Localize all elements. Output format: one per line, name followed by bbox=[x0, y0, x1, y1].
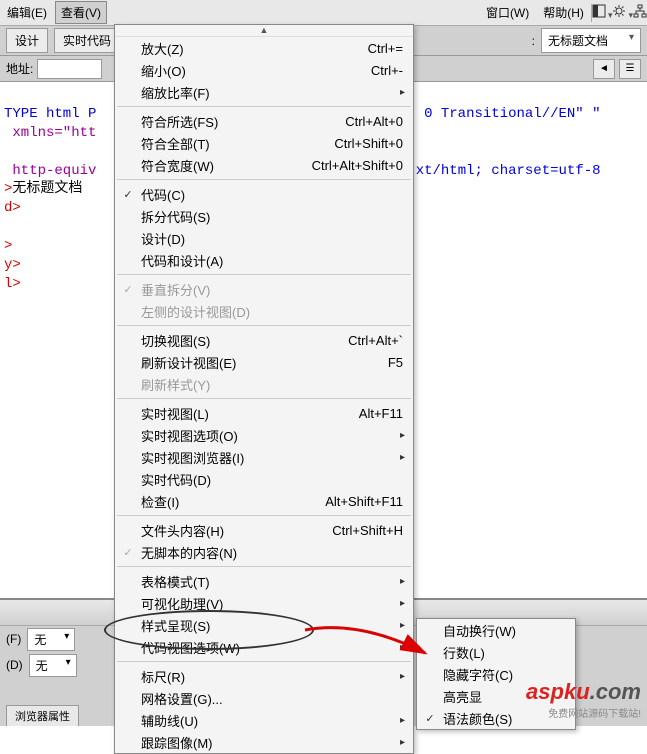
title-label: : bbox=[532, 34, 535, 48]
menu-split-code[interactable]: 拆分代码(S) bbox=[115, 205, 413, 227]
menu-refresh-styles: 刷新样式(Y) bbox=[115, 373, 413, 395]
menu-separator bbox=[117, 566, 411, 567]
menu-refresh-design[interactable]: 刷新设计视图(E)F5 bbox=[115, 351, 413, 373]
code-text: http-equiv bbox=[4, 163, 96, 179]
format-field[interactable]: 无 bbox=[27, 628, 75, 651]
layout-switch-icon[interactable] bbox=[592, 4, 613, 21]
code-text: > bbox=[4, 238, 12, 254]
nav-back-icon[interactable]: ◄ bbox=[593, 59, 615, 79]
tab-browser-properties[interactable]: 浏览器属性 bbox=[6, 705, 79, 726]
menu-design[interactable]: 设计(D) bbox=[115, 227, 413, 249]
address-input[interactable] bbox=[37, 59, 102, 79]
menu-live-view[interactable]: 实时视图(L)Alt+F11 bbox=[115, 402, 413, 424]
menu-window[interactable]: 窗口(W) bbox=[480, 1, 535, 24]
menu-fit-width[interactable]: 符合宽度(W)Ctrl+Alt+Shift+0 bbox=[115, 154, 413, 176]
code-text: xt/html; charset=utf-8 bbox=[416, 163, 601, 179]
document-title-field[interactable]: 无标题文档 bbox=[541, 28, 641, 53]
menu-separator bbox=[117, 325, 411, 326]
check-icon: ✓ bbox=[417, 712, 443, 725]
format-label: (F) bbox=[6, 632, 21, 646]
menu-code-view-options[interactable]: 代码视图选项(W)▸ bbox=[115, 636, 413, 658]
menu-help[interactable]: 帮助(H) bbox=[537, 1, 590, 24]
code-text: 无标题文档 bbox=[12, 181, 82, 197]
menu-separator bbox=[117, 106, 411, 107]
code-text: TYPE html P bbox=[4, 106, 96, 122]
menu-switch-view[interactable]: 切换视图(S)Ctrl+Alt+` bbox=[115, 329, 413, 351]
menu-fit-all[interactable]: 符合全部(T)Ctrl+Shift+0 bbox=[115, 132, 413, 154]
menu-zoom-in[interactable]: 放大(Z)Ctrl+= bbox=[115, 37, 413, 59]
id-field[interactable]: 无 bbox=[29, 654, 77, 677]
menu-separator bbox=[117, 515, 411, 516]
realtime-code-button[interactable]: 实时代码 bbox=[54, 28, 120, 53]
id-label: (D) bbox=[6, 658, 23, 672]
menu-separator bbox=[117, 179, 411, 180]
menu-visual-aid[interactable]: 可视化助理(V)▸ bbox=[115, 592, 413, 614]
menu-grid-settings[interactable]: 网格设置(G)... bbox=[115, 687, 413, 709]
menu-vsplit: ✓垂直拆分(V) bbox=[115, 278, 413, 300]
menu-code[interactable]: ✓代码(C) bbox=[115, 183, 413, 205]
submenu-word-wrap[interactable]: 自动换行(W) bbox=[417, 619, 575, 641]
check-icon: ✓ bbox=[115, 283, 141, 296]
menubar: 编辑(E) 查看(V) 窗口(W) 帮助(H) bbox=[0, 0, 647, 26]
menu-left-design: 左侧的设计视图(D) bbox=[115, 300, 413, 322]
design-button[interactable]: 设计 bbox=[6, 28, 48, 53]
code-text: y> bbox=[4, 257, 21, 273]
code-text: 0 Transitional//EN" " bbox=[424, 106, 600, 122]
menu-view[interactable]: 查看(V) bbox=[55, 1, 107, 24]
menu-noscript[interactable]: ✓无脚本的内容(N) bbox=[115, 541, 413, 563]
submenu-highlight[interactable]: 高亮显 bbox=[417, 685, 575, 707]
menu-zoom-ratio[interactable]: 缩放比率(F)▸ bbox=[115, 81, 413, 103]
menu-file-header[interactable]: 文件头内容(H)Ctrl+Shift+H bbox=[115, 519, 413, 541]
gear-icon[interactable] bbox=[612, 4, 633, 21]
menu-separator bbox=[117, 661, 411, 662]
submenu-hidden-chars[interactable]: 隐藏字符(C) bbox=[417, 663, 575, 685]
menu-separator bbox=[117, 274, 411, 275]
menu-trace-image[interactable]: 跟踪图像(M)▸ bbox=[115, 731, 413, 753]
code-text: xmlns="htt bbox=[4, 125, 96, 141]
menu-table-mode[interactable]: 表格模式(T)▸ bbox=[115, 570, 413, 592]
menu-inspect[interactable]: 检查(I)Alt+Shift+F11 bbox=[115, 490, 413, 512]
menu-zoom-out[interactable]: 缩小(O)Ctrl+- bbox=[115, 59, 413, 81]
menu-separator bbox=[117, 398, 411, 399]
check-icon: ✓ bbox=[115, 546, 141, 559]
code-text: l> bbox=[4, 276, 21, 292]
menu-live-view-options[interactable]: 实时视图选项(O)▸ bbox=[115, 424, 413, 446]
address-label: 地址: bbox=[6, 60, 33, 77]
menu-aux-lines[interactable]: 辅助线(U)▸ bbox=[115, 709, 413, 731]
check-icon: ✓ bbox=[115, 188, 141, 201]
menu-rulers[interactable]: 标尺(R)▸ bbox=[115, 665, 413, 687]
menu-style-rendering[interactable]: 样式呈现(S)▸ bbox=[115, 614, 413, 636]
menu-live-code[interactable]: 实时代码(D) bbox=[115, 468, 413, 490]
menu-live-view-browsers[interactable]: 实时视图浏览器(I)▸ bbox=[115, 446, 413, 468]
menu-edit[interactable]: 编辑(E) bbox=[1, 1, 53, 24]
menu-fit-selection[interactable]: 符合所选(FS)Ctrl+Alt+0 bbox=[115, 110, 413, 132]
code-text: d> bbox=[4, 200, 21, 216]
submenu-line-numbers[interactable]: 行数(L) bbox=[417, 641, 575, 663]
scroll-up-icon[interactable]: ▲ bbox=[115, 25, 413, 37]
view-menu-dropdown: ▲ 放大(Z)Ctrl+= 缩小(O)Ctrl+- 缩放比率(F)▸ 符合所选(… bbox=[114, 24, 414, 754]
menu-code-and-design[interactable]: 代码和设计(A) bbox=[115, 249, 413, 271]
code-view-options-submenu: 自动换行(W) 行数(L) 隐藏字符(C) 高亮显 ✓语法颜色(S) bbox=[416, 618, 576, 730]
list-icon[interactable]: ☰ bbox=[619, 59, 641, 79]
structure-icon[interactable] bbox=[633, 4, 647, 21]
